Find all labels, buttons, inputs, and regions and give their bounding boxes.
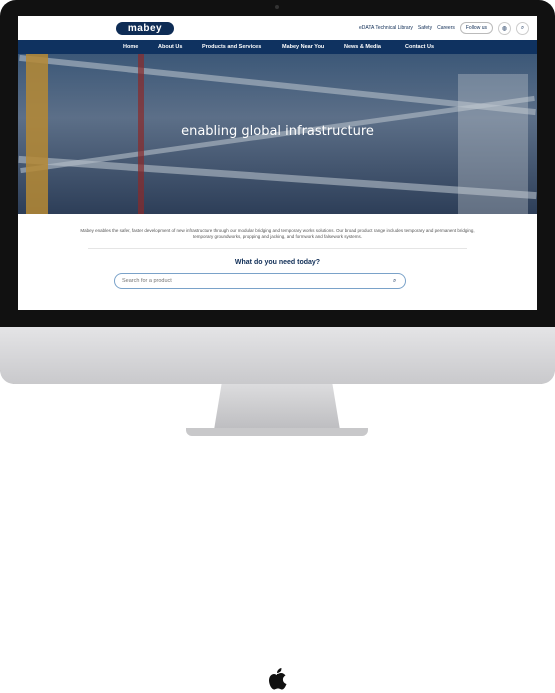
mabey-logo[interactable]: mabey bbox=[116, 21, 174, 35]
nav-contact-us[interactable]: Contact Us bbox=[405, 44, 434, 50]
nav-home[interactable]: Home bbox=[123, 44, 138, 50]
divider bbox=[88, 248, 467, 249]
link-careers[interactable]: Careers bbox=[437, 25, 455, 31]
hero-banner: enabling global infrastructure bbox=[18, 54, 537, 214]
link-safety[interactable]: Safety bbox=[418, 25, 432, 31]
globe-icon[interactable]: ◍ bbox=[498, 21, 511, 35]
search-heading: What do you need today? bbox=[234, 259, 321, 266]
monitor-chin bbox=[0, 327, 555, 690]
hero-title: enabling global infrastructure bbox=[181, 124, 374, 139]
search-icon[interactable]: ⌕ bbox=[393, 278, 405, 285]
apple-logo bbox=[269, 668, 287, 690]
camera bbox=[275, 5, 279, 9]
nav-products-services[interactable]: Products and Services bbox=[202, 44, 261, 50]
stand-foot bbox=[186, 428, 368, 436]
nav-news-media[interactable]: News & Media bbox=[344, 44, 381, 50]
monitor-frame: mabey eDATA Technical Library Safety Car… bbox=[0, 0, 555, 690]
screen: mabey eDATA Technical Library Safety Car… bbox=[18, 16, 537, 310]
product-search-box[interactable]: ⌕ bbox=[114, 273, 406, 289]
link-edata[interactable]: eDATA Technical Library bbox=[359, 25, 413, 31]
follow-us-button[interactable]: Follow us bbox=[459, 22, 493, 34]
main-nav: Home About Us Products and Services Mabe… bbox=[18, 40, 537, 54]
stand-neck bbox=[214, 384, 340, 430]
nav-mabey-near-you[interactable]: Mabey Near You bbox=[282, 44, 324, 50]
search-icon[interactable]: ⌕ bbox=[516, 21, 529, 35]
search-input[interactable] bbox=[115, 277, 393, 285]
utility-nav: eDATA Technical Library Safety Careers F… bbox=[359, 21, 529, 35]
intro-text: Mabey enables the safer, faster developm… bbox=[80, 228, 475, 239]
nav-about-us[interactable]: About Us bbox=[158, 44, 182, 50]
top-bar: mabey eDATA Technical Library Safety Car… bbox=[18, 16, 537, 40]
